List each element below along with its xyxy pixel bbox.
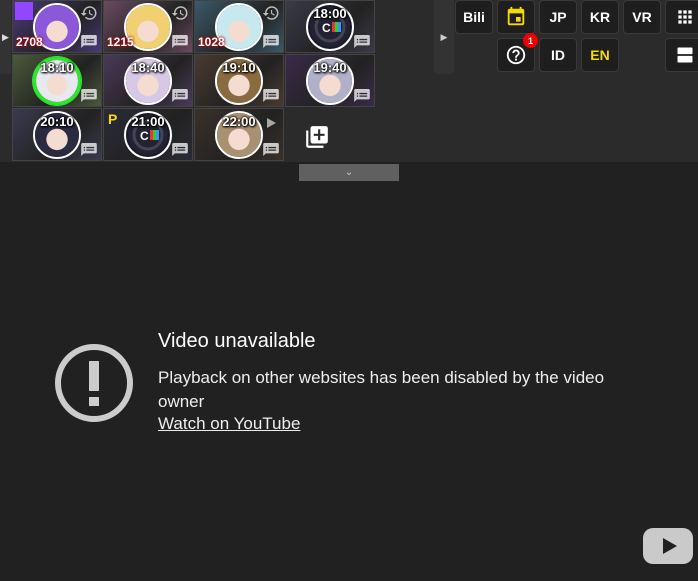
chat-icon[interactable]	[263, 143, 279, 156]
en-button[interactable]: EN	[581, 38, 619, 72]
clock-icon	[171, 6, 188, 20]
chat-icon[interactable]	[81, 35, 97, 48]
help-icon	[506, 45, 526, 65]
grid-icon	[678, 10, 692, 24]
clock-icon	[80, 6, 97, 20]
chat-icon[interactable]	[172, 89, 188, 102]
notification-badge: 1	[523, 33, 538, 48]
right-panel-toggle[interactable]: ▶	[434, 0, 454, 74]
stream-tile[interactable]: 1028	[194, 0, 284, 53]
stream-time: 20:10	[40, 114, 74, 129]
viewer-count: 1215	[107, 35, 134, 49]
chat-icon[interactable]	[354, 35, 370, 48]
calendar-button[interactable]	[497, 0, 535, 34]
stream-time: 18:00	[313, 6, 347, 21]
stream-tile[interactable]: C P 21:00	[103, 108, 193, 161]
watch-on-youtube-link[interactable]: Watch on YouTube	[158, 414, 300, 434]
stream-time: 21:00	[131, 114, 165, 129]
help-button[interactable]: 1	[497, 33, 538, 72]
twitch-icon	[15, 2, 33, 20]
svg-text:C: C	[140, 129, 149, 143]
stream-tile[interactable]: 19:10	[194, 54, 284, 107]
stream-tile[interactable]: 19:40	[285, 54, 375, 107]
stream-tile[interactable]: 20:10	[12, 108, 102, 161]
chat-icon[interactable]	[81, 143, 97, 156]
stream-time: 22:00	[222, 114, 256, 129]
stream-tile[interactable]: 22:00	[194, 108, 284, 161]
vr-button[interactable]: VR	[623, 0, 661, 34]
chat-icon[interactable]	[263, 35, 279, 48]
chat-icon[interactable]	[172, 35, 188, 48]
chat-icon[interactable]	[354, 89, 370, 102]
stream-time: 18:10	[40, 60, 74, 75]
stream-time: 18:40	[131, 60, 165, 75]
viewer-count: 1028	[198, 35, 225, 49]
chat-icon[interactable]	[172, 143, 188, 156]
split-layout-button[interactable]	[665, 38, 698, 72]
stream-tile[interactable]: 1215	[103, 0, 193, 53]
expand-toggle[interactable]: ⌄	[299, 164, 399, 181]
stream-tile[interactable]: 2708	[12, 0, 102, 53]
error-message: Playback on other websites has been disa…	[158, 368, 605, 411]
stream-time: 19:40	[313, 60, 347, 75]
youtube-logo-icon[interactable]	[643, 528, 693, 564]
left-panel-toggle[interactable]: ▶	[0, 0, 11, 74]
stream-time: 19:10	[222, 60, 256, 75]
calendar-icon	[507, 6, 525, 26]
stream-tile[interactable]: 18:10	[12, 54, 102, 107]
clock-icon	[262, 6, 279, 20]
stream-tile[interactable]: C 18:00	[285, 0, 375, 53]
kr-button[interactable]: KR	[581, 0, 619, 34]
error-title: Video unavailable	[158, 330, 316, 352]
viewer-count: 2708	[16, 35, 43, 49]
id-button[interactable]: ID	[539, 38, 577, 72]
stream-tile[interactable]: 18:40	[103, 54, 193, 107]
bili-button[interactable]: Bili	[455, 0, 493, 34]
grid-layout-button[interactable]	[665, 0, 698, 34]
jp-button[interactable]: JP	[539, 0, 577, 34]
svg-text:C: C	[322, 21, 331, 35]
split-layout-icon	[677, 47, 693, 63]
chat-icon[interactable]	[263, 89, 279, 102]
top-toolbar: ▶ 2708 1215 1028 C 18:00 18:10 18:40 19:10 19:40…	[0, 0, 698, 162]
add-stream-icon[interactable]	[304, 124, 330, 150]
chat-icon[interactable]	[81, 89, 97, 102]
error-icon	[55, 344, 133, 422]
